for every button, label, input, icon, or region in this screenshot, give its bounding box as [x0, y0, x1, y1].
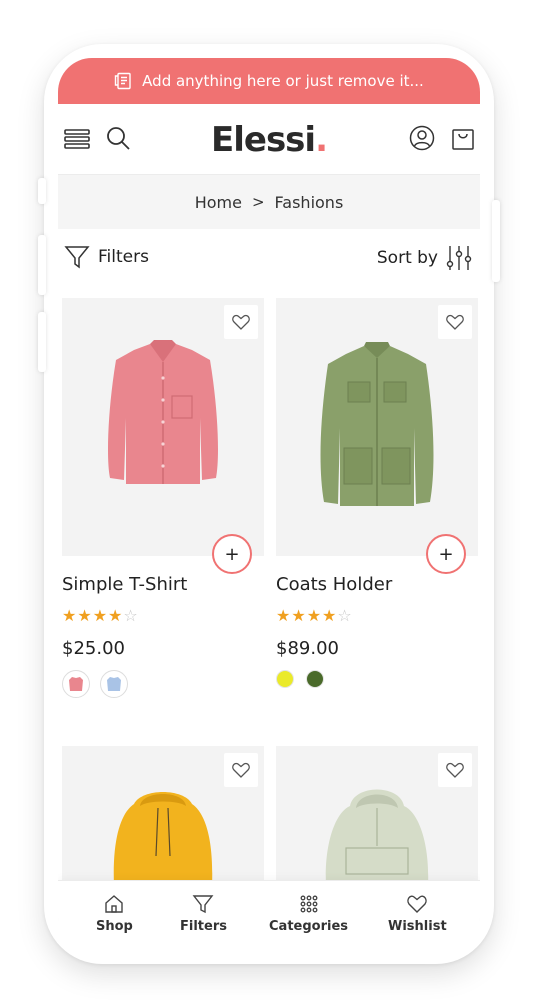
star-rating: ★ ★ ★ ★ ☆	[276, 606, 352, 625]
swatch-olive[interactable]	[306, 670, 324, 688]
bottom-nav-wishlist-label: Wishlist	[388, 919, 447, 934]
heart-icon	[407, 895, 428, 913]
phone-side-button	[38, 235, 46, 295]
bottom-nav-filters-label: Filters	[180, 919, 227, 934]
star-icon: ★	[322, 606, 337, 625]
breadcrumb-home[interactable]: Home	[195, 193, 242, 212]
phone-side-button	[492, 200, 500, 282]
filters-label: Filters	[98, 247, 149, 267]
star-icon: ★	[306, 606, 322, 625]
product-image[interactable]	[62, 746, 264, 886]
bottom-nav: Shop Filters Categories Wishlist	[58, 880, 480, 950]
swatch-blue-shirt[interactable]	[100, 670, 128, 698]
swatch-yellow[interactable]	[276, 670, 294, 688]
filter-icon	[64, 246, 90, 269]
star-icon: ★	[291, 606, 306, 625]
breadcrumb: Home > Fashions	[58, 175, 480, 229]
filter-icon	[193, 895, 214, 914]
star-empty-icon: ☆	[123, 606, 138, 625]
bottom-nav-shop-label: Shop	[96, 919, 133, 934]
announcement-icon	[114, 72, 131, 90]
logo-text: Elessi	[211, 120, 316, 160]
product-image[interactable]	[276, 298, 478, 556]
wishlist-button[interactable]	[438, 753, 472, 787]
product-image[interactable]	[276, 746, 478, 886]
wishlist-button[interactable]	[224, 305, 258, 339]
phone-side-button	[38, 178, 46, 204]
product-card: + Coats Holder ★ ★ ★ ★ ☆ $89.00	[276, 298, 478, 688]
product-name[interactable]: Simple T-Shirt	[62, 574, 187, 595]
star-icon: ★	[62, 606, 77, 625]
product-card	[276, 746, 478, 886]
star-icon: ★	[77, 606, 92, 625]
plus-icon: +	[224, 543, 240, 565]
star-empty-icon: ☆	[337, 606, 352, 625]
breadcrumb-current: Fashions	[274, 192, 344, 212]
wishlist-button[interactable]	[438, 305, 472, 339]
product-name[interactable]: Coats Holder	[276, 574, 392, 595]
grid-icon	[300, 895, 317, 913]
sort-label: Sort by	[376, 248, 438, 268]
star-icon: ★	[276, 606, 291, 625]
bottom-nav-shop[interactable]: Shop	[96, 893, 133, 934]
announcement-bar[interactable]: Add anything here or just remove it...	[58, 58, 480, 104]
heart-icon	[232, 314, 250, 330]
product-price: $89.00	[276, 638, 339, 659]
phone-side-button	[38, 312, 46, 372]
sort-sliders-icon	[446, 246, 472, 270]
filters-button[interactable]: Filters	[64, 244, 149, 270]
logo-dot: .	[315, 120, 328, 160]
heart-icon	[446, 314, 464, 330]
bottom-nav-categories[interactable]: Categories	[269, 893, 348, 934]
add-to-cart-button[interactable]: +	[212, 534, 252, 574]
breadcrumb-separator: >	[251, 193, 265, 211]
home-icon	[105, 895, 124, 913]
announcement-text: Add anything here or just remove it...	[142, 72, 424, 90]
heart-icon	[446, 762, 464, 778]
bottom-nav-categories-label: Categories	[269, 919, 349, 934]
filter-toolbar: Filters Sort by	[58, 244, 480, 280]
color-swatches	[62, 670, 128, 698]
swatch-pink-shirt[interactable]	[62, 670, 90, 698]
bottom-nav-wishlist[interactable]: Wishlist	[388, 893, 447, 934]
heart-icon	[232, 762, 250, 778]
color-swatches	[276, 670, 324, 688]
product-image[interactable]	[62, 298, 264, 556]
site-logo[interactable]: Elessi.	[58, 120, 480, 160]
product-card: + Simple T-Shirt ★ ★ ★ ★ ☆ $25.00	[62, 298, 264, 698]
star-icon: ★	[108, 606, 123, 625]
product-card	[62, 746, 264, 886]
sort-button[interactable]: Sort by	[377, 244, 472, 272]
product-price: $25.00	[62, 638, 125, 659]
bottom-nav-filters[interactable]: Filters	[180, 893, 227, 934]
star-icon: ★	[92, 606, 108, 625]
app-screen: Add anything here or just remove it... E…	[58, 58, 480, 950]
add-to-cart-button[interactable]: +	[426, 534, 466, 574]
star-rating: ★ ★ ★ ★ ☆	[62, 606, 138, 625]
plus-icon: +	[438, 543, 454, 565]
wishlist-button[interactable]	[224, 753, 258, 787]
